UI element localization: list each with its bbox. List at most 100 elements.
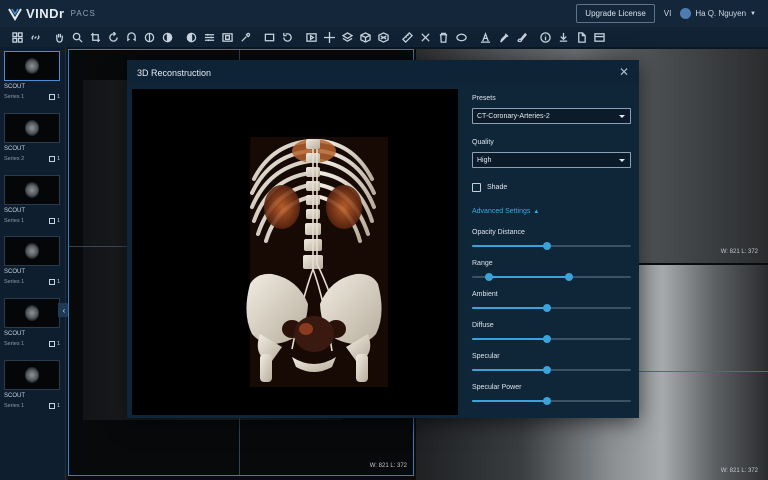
setting-slider[interactable] [472,272,631,282]
cube-icon[interactable] [356,28,374,46]
language-switch[interactable]: VI [664,9,672,18]
slider-label: Specular [472,353,500,360]
series-thumbnail[interactable] [4,236,60,266]
layout-icon[interactable] [590,28,608,46]
stack-icon [48,341,55,347]
zoom-icon[interactable] [68,28,86,46]
close-icon[interactable]: ✕ [617,65,631,79]
window-icon[interactable] [218,28,236,46]
series-thumbnail[interactable] [4,51,60,81]
quality-select[interactable]: High [472,152,631,168]
series-number: Series 1 [4,279,25,285]
grid-icon[interactable] [8,28,26,46]
setting-slider[interactable] [472,396,631,406]
slider-label: Opacity Distance [472,229,525,236]
trash-icon[interactable] [434,28,452,46]
slider-handle[interactable] [542,304,551,312]
reset-icon[interactable] [278,28,296,46]
slider-fill [472,245,547,247]
image-count: 1 [48,94,60,100]
series-item[interactable]: SCOUT Series 1 1 [4,51,60,105]
image-count: 1 [48,156,60,162]
advanced-settings-toggle[interactable]: Advanced Settings ▲ [472,208,539,215]
chevron-down-icon [619,115,625,118]
series-item[interactable]: SCOUT Series 1 1 [4,298,60,352]
pan-icon[interactable] [50,28,68,46]
series-number: Series 2 [4,156,25,162]
contrast-icon[interactable] [158,28,176,46]
slider-handle[interactable] [564,273,573,281]
sliders-icon[interactable] [200,28,218,46]
slider-handle[interactable] [485,273,494,281]
series-number: Series 1 [4,341,25,347]
series-item[interactable]: SCOUT Series 1 1 [4,360,60,414]
invert-icon[interactable] [140,28,158,46]
setting-slider[interactable] [472,365,631,375]
window-level-readout: W: 821 L: 372 [720,468,758,474]
shade-toggle[interactable]: Shade [472,183,507,192]
slider-fill [472,369,547,371]
upgrade-license-button[interactable]: Upgrade License [576,4,655,23]
link-icon[interactable] [26,28,44,46]
volume-render-canvas[interactable] [132,89,458,415]
info-icon[interactable] [536,28,554,46]
top-header: VINDr PACS Upgrade License VI Ha Q. Nguy… [0,0,768,27]
brain-scan-image [25,58,39,74]
window-level-readout: W: 821 L: 372 [720,249,758,255]
text-icon[interactable] [476,28,494,46]
rect-icon[interactable] [260,28,278,46]
layers-icon[interactable] [338,28,356,46]
toolbar [0,27,768,47]
ruler-icon[interactable] [398,28,416,46]
series-thumbnail[interactable] [4,175,60,205]
series-number: Series 1 [4,218,25,224]
cube-3d-icon[interactable] [374,28,392,46]
quality-label: Quality [472,139,494,146]
slider-fill [472,400,547,402]
app-root: VINDr PACS Upgrade License VI Ha Q. Nguy… [0,0,768,480]
file-icon[interactable] [572,28,590,46]
render-controls: Presets CT-Coronary-Arteries-2 Quality H… [472,89,632,414]
eyedropper-icon[interactable] [236,28,254,46]
chevron-down-icon [619,159,625,162]
magnet-icon[interactable] [122,28,140,46]
window-level-readout: W: 821 L: 372 [369,463,407,469]
play-icon[interactable] [302,28,320,46]
slider-handle[interactable] [542,242,551,250]
setting-slider[interactable] [472,303,631,313]
ellipse-icon[interactable] [452,28,470,46]
modal-header: 3D Reconstruction ✕ [127,60,639,85]
series-thumbnail[interactable] [4,113,60,143]
series-item[interactable]: SCOUT Series 2 1 [4,113,60,167]
slider-handle[interactable] [542,397,551,405]
slider-handle[interactable] [542,335,551,343]
slider-fill [489,276,569,278]
series-thumbnail[interactable] [4,360,60,390]
shade-checkbox[interactable] [472,183,481,192]
brush-icon[interactable] [512,28,530,46]
presets-select[interactable]: CT-Coronary-Arteries-2 [472,108,631,124]
flip-icon[interactable] [182,28,200,46]
image-count: 1 [48,341,60,347]
setting-slider[interactable] [472,241,631,251]
series-title: SCOUT [4,146,25,152]
series-thumbnail[interactable] [4,298,60,328]
setting-slider[interactable] [472,334,631,344]
brain-scan-image [25,243,39,259]
image-count: 1 [48,218,60,224]
user-menu[interactable]: Ha Q. Nguyen ▼ [680,8,756,19]
stack-icon [48,403,55,409]
angle-icon[interactable] [416,28,434,46]
rotate-icon[interactable] [104,28,122,46]
series-item[interactable]: SCOUT Series 1 1 [4,175,60,229]
crosshair-icon[interactable] [320,28,338,46]
crop-icon[interactable] [86,28,104,46]
download-icon[interactable] [554,28,572,46]
brain-scan-image [25,120,39,136]
series-number: Series 1 [4,94,25,100]
series-item[interactable]: SCOUT Series 1 1 [4,236,60,290]
slider-handle[interactable] [542,366,551,374]
slider-label: Diffuse [472,322,494,329]
marker-icon[interactable] [494,28,512,46]
presets-label: Presets [472,95,496,102]
